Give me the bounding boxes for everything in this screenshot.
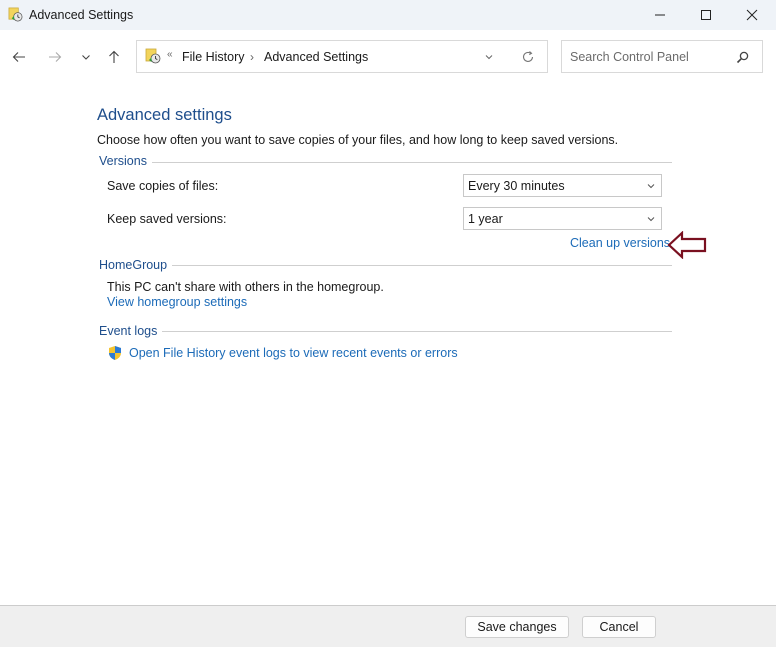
breadcrumb-file-history[interactable]: File History [182, 50, 245, 64]
file-history-icon [145, 48, 161, 64]
address-bar[interactable]: « File History › Advanced Settings [136, 40, 548, 73]
breadcrumb-separator[interactable]: › [250, 50, 254, 64]
chevron-down-icon [82, 55, 90, 60]
homegroup-status: This PC can't share with others in the h… [107, 280, 384, 294]
arrow-left-icon [12, 52, 25, 62]
breadcrumb-advanced-settings[interactable]: Advanced Settings [264, 50, 368, 64]
footer-bar: Save changes Cancel [0, 605, 776, 647]
maximize-button[interactable] [683, 0, 729, 30]
close-icon [746, 9, 758, 21]
file-history-icon [8, 7, 23, 22]
versions-divider [99, 162, 672, 163]
search-input[interactable] [570, 48, 730, 66]
title-bar: Advanced Settings [0, 0, 776, 30]
event-logs-group-label: Event logs [99, 324, 163, 338]
clean-up-versions-link[interactable]: Clean up versions [570, 236, 670, 250]
page-title: Advanced settings [97, 106, 232, 124]
chevron-down-icon [647, 184, 655, 189]
up-button[interactable] [103, 47, 125, 67]
chevron-down-icon [647, 217, 655, 222]
open-event-logs-link[interactable]: Open File History event logs to view rec… [129, 346, 458, 360]
annotation-arrow-icon [667, 231, 707, 259]
refresh-icon[interactable] [521, 50, 535, 64]
minimize-icon [655, 14, 665, 16]
arrow-up-icon [109, 50, 119, 63]
page-description: Choose how often you want to save copies… [97, 133, 619, 147]
search-box[interactable] [561, 40, 763, 73]
recent-locations-button[interactable] [75, 47, 97, 67]
save-changes-button[interactable]: Save changes [465, 616, 569, 638]
maximize-icon [701, 10, 711, 20]
forward-button[interactable] [44, 47, 66, 67]
view-homegroup-settings-link[interactable]: View homegroup settings [107, 295, 247, 309]
overflow-chevron[interactable]: « [167, 49, 173, 60]
keep-versions-label: Keep saved versions: [107, 212, 227, 226]
minimize-button[interactable] [637, 0, 683, 30]
main-content: Advanced settings Choose how often you w… [0, 82, 776, 605]
event-logs-divider [99, 331, 672, 332]
homegroup-group-label: HomeGroup [99, 258, 173, 272]
arrow-right-icon [49, 52, 62, 62]
close-button[interactable] [729, 0, 775, 30]
address-dropdown-icon[interactable] [483, 51, 495, 63]
keep-versions-value: 1 year [468, 212, 503, 226]
back-button[interactable] [8, 47, 30, 67]
navigation-bar: « File History › Advanced Settings [0, 30, 776, 82]
versions-group-label: Versions [99, 154, 152, 168]
window-title: Advanced Settings [29, 8, 134, 22]
homegroup-divider [99, 265, 672, 266]
save-copies-select[interactable]: Every 30 minutes [463, 174, 662, 197]
save-copies-label: Save copies of files: [107, 179, 219, 193]
search-icon[interactable] [736, 50, 750, 64]
shield-icon [109, 346, 121, 360]
keep-versions-select[interactable]: 1 year [463, 207, 662, 230]
cancel-button[interactable]: Cancel [582, 616, 656, 638]
save-copies-value: Every 30 minutes [468, 179, 565, 193]
